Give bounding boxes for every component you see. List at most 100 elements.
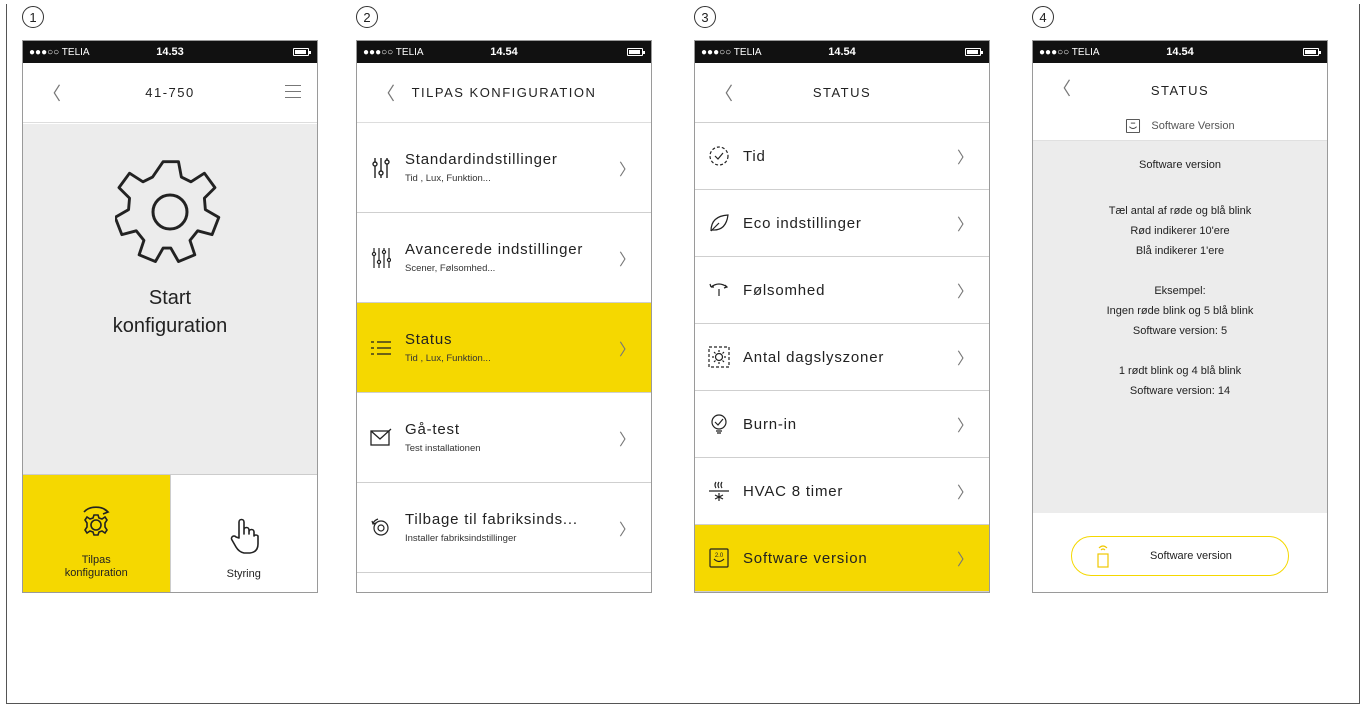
tab-label: Styring <box>226 568 261 580</box>
reset-gear-icon <box>357 517 405 539</box>
info-line: Eksempel: <box>1154 285 1206 297</box>
item-title: Gå-test <box>405 421 460 438</box>
page-title: TILPAS KONFIGURATION <box>411 85 597 100</box>
nav-bar: 〈 STATUS <box>1033 63 1327 117</box>
start-configuration-panel[interactable]: Start konfiguration <box>23 124 317 475</box>
chevron-right-icon: 〉 <box>618 431 635 449</box>
item-title: Eco indstillinger <box>743 214 862 232</box>
phone-screen-status: ●●●○○ TELIA 14.54 〈 STATUS Tid 〉 Eco ind… <box>694 40 990 593</box>
item-title: Status <box>405 331 453 348</box>
info-line <box>1033 341 1327 361</box>
item-title: Standardindstillinger <box>405 151 558 168</box>
nav-bar: 〈 TILPAS KONFIGURATION <box>357 63 651 123</box>
list-item-software-version[interactable]: 2.0 Software version 〉 <box>695 525 989 592</box>
list-item-dagslyszoner[interactable]: Antal dagslyszoner 〉 <box>695 324 989 391</box>
status-bar: ●●●○○ TELIA 14.54 <box>357 41 651 63</box>
status-list: Tid 〉 Eco indstillinger 〉 Følsomhed 〉 An… <box>695 123 989 592</box>
tab-tilpas-konfiguration[interactable]: Tilpas konfiguration <box>23 475 170 592</box>
item-subtitle: Scener, Følsomhed... <box>405 263 496 274</box>
list-item-gaa-test[interactable]: Gå-test Test installationen 〉 <box>357 393 651 483</box>
list-item-avancerede[interactable]: Avancerede indstillinger Scener, Følsomhe… <box>357 213 651 303</box>
info-panel: Software version Tæl antal af røde og bl… <box>1033 141 1327 513</box>
info-line <box>1033 181 1327 201</box>
software-chip-icon <box>1126 118 1141 133</box>
page-title: 41-750 <box>145 85 195 100</box>
back-icon[interactable]: 〈 <box>377 80 397 106</box>
chevron-right-icon: 〉 <box>618 251 635 269</box>
item-title: Antal dagslyszoner <box>743 348 885 366</box>
status-bar: ●●●○○ TELIA 14.54 <box>695 41 989 63</box>
clock: 14.54 <box>1166 46 1194 58</box>
list-item-fabriksindstillinger[interactable]: Tilbage til fabriksinds... Installer fabr… <box>357 483 651 573</box>
chevron-right-icon: 〉 <box>956 150 973 167</box>
rotate-gear-icon <box>83 506 110 536</box>
list-item-hvac[interactable]: HVAC 8 timer 〉 <box>695 458 989 525</box>
nav-bar: 〈 STATUS <box>695 63 989 123</box>
chevron-right-icon: 〉 <box>956 485 973 502</box>
status-bar: ●●●○○ TELIA 14.54 <box>1033 41 1327 63</box>
item-subtitle: Tid , Lux, Funktion... <box>405 173 491 184</box>
chevron-right-icon: 〉 <box>956 217 973 234</box>
tab-styring[interactable]: Styring <box>169 475 317 592</box>
footer: Software version <box>1033 520 1327 592</box>
item-subtitle: Tid , Lux, Funktion... <box>405 353 491 364</box>
item-title: Burn-in <box>743 415 797 433</box>
item-subtitle: Installer fabriksindstillinger <box>405 533 517 544</box>
status-bar: ●●●○○ TELIA 14.53 <box>23 41 317 63</box>
info-line: Tæl antal af røde og blå blink <box>1108 205 1252 217</box>
back-icon[interactable]: 〈 <box>715 80 735 106</box>
item-subtitle: Test installationen <box>405 443 481 454</box>
software-version-button[interactable]: Software version <box>1071 536 1289 576</box>
battery-icon <box>965 48 983 56</box>
clock: 14.54 <box>828 46 856 58</box>
step-marker-4: 4 <box>1032 6 1054 28</box>
info-line: Software version: 5 <box>1132 325 1228 337</box>
back-icon[interactable]: 〈 <box>43 80 63 106</box>
item-title: Følsomhed <box>743 281 826 299</box>
list-icon <box>357 339 405 357</box>
list-item-status[interactable]: Status Tid , Lux, Funktion... 〉 <box>357 303 651 393</box>
chevron-right-icon: 〉 <box>618 521 635 539</box>
start-configuration-label: Start konfiguration <box>113 284 228 340</box>
chevron-right-icon: 〉 <box>956 351 973 368</box>
back-icon[interactable]: 〈 <box>1053 75 1073 101</box>
list-item-eco[interactable]: Eco indstillinger 〉 <box>695 190 989 257</box>
info-line: Blå indikerer 1'ere <box>1135 245 1225 257</box>
item-title: Tid <box>743 147 766 165</box>
envelope-check-icon <box>357 428 405 448</box>
step-marker-1: 1 <box>22 6 44 28</box>
info-line: Rød indikerer 10'ere <box>1130 225 1230 237</box>
clock: 14.54 <box>490 46 518 58</box>
gear-icon <box>115 160 221 263</box>
phone-screen-tilpas: ●●●○○ TELIA 14.54 〈 TILPAS KONFIGURATION… <box>356 40 652 593</box>
list-item-foelsomhed[interactable]: Følsomhed 〉 <box>695 257 989 324</box>
list-item-burn-in[interactable]: Burn-in 〉 <box>695 391 989 458</box>
sensor-signal-icon <box>1097 545 1109 568</box>
battery-icon <box>1303 48 1321 56</box>
info-line: Software version <box>1139 159 1221 171</box>
hamburger-menu-icon[interactable] <box>285 85 301 103</box>
info-line: Software version: 14 <box>1129 385 1231 397</box>
list-item-standardindstillinger[interactable]: Standardindstillinger Tid , Lux, Funktion… <box>357 123 651 213</box>
step-marker-2: 2 <box>356 6 378 28</box>
list-item-tid[interactable]: Tid 〉 <box>695 123 989 190</box>
phone-screen-home: ●●●○○ TELIA 14.53 〈 41-750 Start konfigu… <box>22 40 318 593</box>
bottom-tab-bar: Tilpas konfiguration Styring <box>23 474 317 592</box>
bulb-check-icon <box>695 413 743 435</box>
hand-pointer-icon <box>230 518 259 554</box>
info-line: 1 rødt blink og 4 blå blink <box>1118 365 1242 377</box>
chevron-right-icon: 〉 <box>618 161 635 179</box>
item-title: Software version <box>743 549 868 567</box>
software-chip-icon: 2.0 <box>695 547 743 569</box>
info-line: Ingen røde blink og 5 blå blink <box>1106 305 1254 317</box>
label-line: konfiguration <box>112 315 228 337</box>
advanced-sliders-icon <box>357 246 405 270</box>
chevron-right-icon: 〉 <box>956 284 973 301</box>
info-line <box>1033 261 1327 281</box>
hvac-icon <box>695 480 743 502</box>
page-subtitle: Software Version <box>1151 119 1235 132</box>
chevron-right-icon: 〉 <box>618 341 635 359</box>
battery-icon <box>627 48 645 56</box>
button-label: Software version <box>1150 550 1232 562</box>
tab-label: konfiguration <box>64 567 128 579</box>
